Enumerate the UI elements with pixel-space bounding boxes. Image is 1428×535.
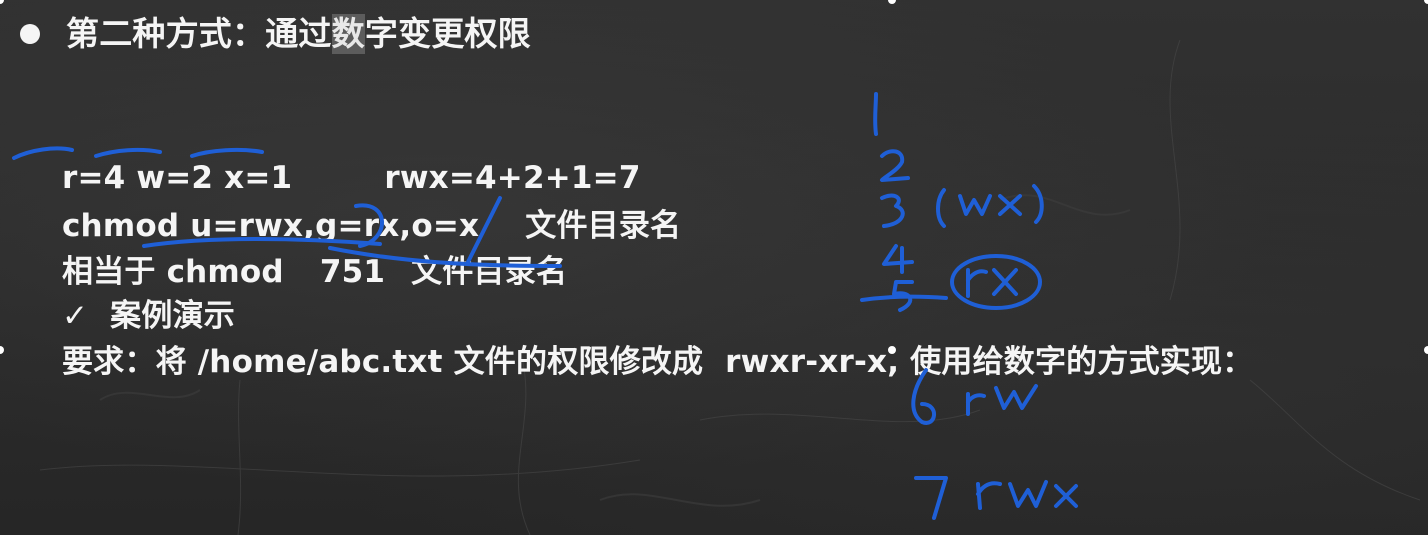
handwritten-2 — [880, 149, 910, 182]
arrow-to-target — [328, 246, 562, 268]
handwritten-rx-x — [992, 268, 1018, 296]
handwritten-rw-r — [966, 392, 986, 416]
resize-handle-middle-center[interactable] — [888, 346, 896, 354]
handwritten-3 — [880, 193, 905, 228]
slide-canvas: 第二种方式：通过数字变更权限 r=4 w=2 x=1 rwx=4+2+1=7 ch… — [0, 0, 1428, 535]
handwritten-rw-w — [994, 384, 1038, 410]
resize-handle-middle-right[interactable] — [1424, 346, 1428, 354]
handwritten-rx-r — [966, 268, 988, 298]
handwritten-paren-close — [1032, 184, 1044, 224]
handwritten-rwx-w — [1008, 480, 1048, 508]
circle-rx — [950, 254, 1042, 310]
underline-x — [190, 147, 264, 158]
handwritten-paren-wx — [936, 188, 946, 228]
handwritten-w — [958, 194, 992, 216]
handwritten-rwx-x — [1054, 484, 1078, 508]
handwritten-1 — [873, 92, 878, 136]
handwritten-x — [998, 194, 1022, 216]
underline-w — [94, 147, 162, 158]
bracket-751 — [354, 203, 384, 248]
slash-mark — [466, 196, 502, 264]
handwritten-5-underline — [860, 294, 948, 302]
handwritten-rwx-r — [976, 481, 1002, 510]
underline-chmod — [142, 237, 382, 248]
handwritten-6 — [911, 368, 936, 425]
handwritten-4 — [882, 244, 914, 274]
underline-r — [12, 146, 74, 160]
handwritten-7 — [914, 476, 948, 520]
handwritten-annotations — [12, 92, 1078, 520]
